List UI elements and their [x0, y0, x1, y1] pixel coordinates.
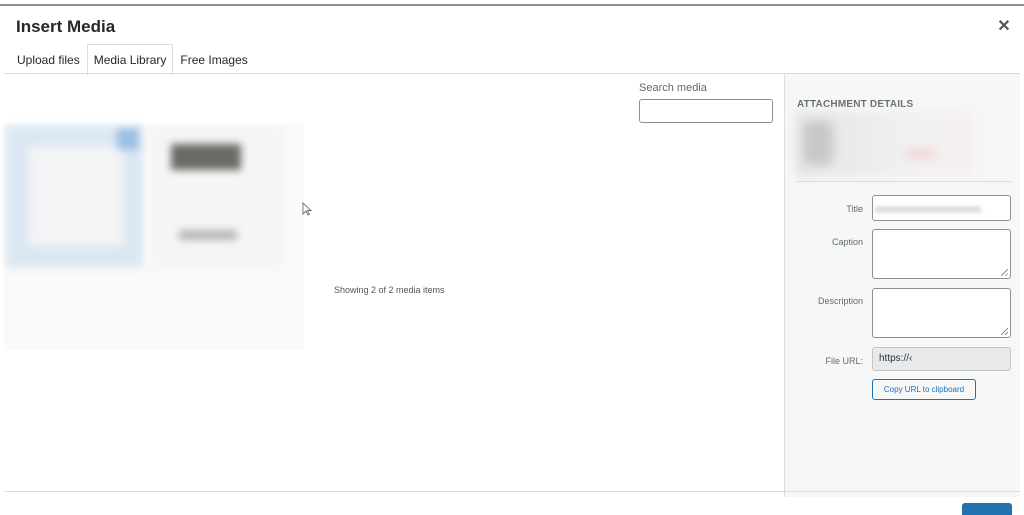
media-tabs: Upload files Media Library Free Images — [10, 44, 255, 75]
title-label: Title — [846, 204, 863, 214]
insert-media-modal: Insert Media ✕ Upload files Media Librar… — [4, 6, 1020, 515]
media-count-status: Showing 2 of 2 media items — [334, 285, 445, 295]
attachment-details-sidebar: ATTACHMENT DETAILS Title Caption Descrip… — [784, 74, 1020, 497]
modal-title: Insert Media — [16, 17, 116, 36]
file-url-field[interactable]: https://‹ — [872, 347, 1011, 371]
checkmark-icon[interactable] — [117, 128, 139, 150]
file-url-label: File URL: — [825, 356, 863, 366]
caption-label: Caption — [831, 237, 863, 247]
title-field[interactable] — [872, 195, 1011, 221]
title-value-redacted — [875, 207, 981, 212]
insert-into-post-button[interactable] — [962, 503, 1012, 515]
preview-meta — [905, 151, 935, 157]
resize-handle-icon[interactable] — [1001, 328, 1008, 335]
tab-upload-files[interactable]: Upload files — [10, 44, 87, 74]
search-label: Search media — [639, 82, 707, 94]
resize-handle-icon[interactable] — [1001, 269, 1008, 276]
preview-image — [803, 121, 833, 165]
description-label: Description — [817, 296, 863, 306]
caption-field[interactable] — [872, 229, 1011, 279]
media-thumbnail — [28, 146, 123, 246]
description-field[interactable] — [872, 288, 1011, 338]
footer-divider — [4, 491, 1020, 492]
close-icon[interactable]: ✕ — [996, 19, 1012, 35]
attachment-preview — [795, 111, 975, 177]
media-thumbnail — [171, 144, 241, 170]
search-input[interactable] — [639, 99, 773, 123]
mouse-cursor-icon — [302, 202, 312, 216]
media-filename — [179, 230, 237, 240]
details-divider — [795, 181, 1011, 182]
media-grid — [4, 124, 304, 350]
attachment-details-heading: ATTACHMENT DETAILS — [797, 99, 914, 110]
media-item-selected[interactable] — [6, 126, 143, 268]
copy-url-button[interactable]: Copy URL to clipboard — [872, 379, 976, 400]
tab-free-images[interactable]: Free Images — [173, 44, 254, 74]
tab-media-library[interactable]: Media Library — [86, 44, 174, 75]
media-item[interactable] — [151, 126, 284, 268]
